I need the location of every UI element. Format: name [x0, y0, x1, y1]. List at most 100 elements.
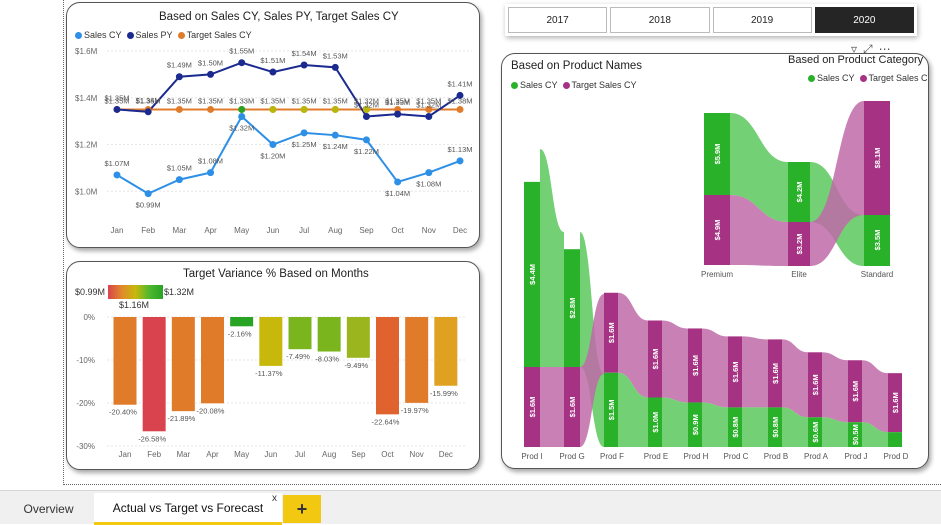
bar-value-label: -21.89% — [167, 414, 195, 423]
focus-mode-icon[interactable]: ⤢ — [863, 42, 873, 57]
tab-actual-vs-target[interactable]: Actual vs Target vs Forecast — [94, 493, 282, 525]
x-tick-label: Jul — [299, 226, 309, 235]
data-point — [269, 141, 277, 149]
y-tick-label: $1.2M — [75, 141, 98, 150]
bar — [405, 317, 429, 403]
x-tick-label: Feb — [147, 450, 161, 459]
sankey-value-label: $1.6M — [528, 397, 537, 418]
x-tick-label: Jan — [111, 226, 124, 235]
data-point — [207, 105, 215, 113]
add-page-button[interactable]: + — [283, 495, 321, 523]
data-label: $0.99M — [136, 201, 161, 210]
x-tick-label: Oct — [381, 450, 394, 459]
bar-value-label: -20.40% — [109, 408, 137, 417]
sankey-category-label: Elite — [791, 270, 807, 279]
filter-icon[interactable]: ▿ — [851, 42, 857, 57]
x-tick-label: Jun — [266, 226, 279, 235]
sankey-value-label: $0.5M — [851, 424, 860, 445]
sankey-node-label: Prod A — [804, 452, 829, 461]
variance-bar-plot[interactable]: 0% -10% -20% -30% -20.40% Jan -26.58% Feb -21.89… — [67, 262, 480, 470]
sankey-card: Based on Product Names Based on Product … — [501, 53, 929, 469]
data-point — [207, 169, 215, 177]
sankey-value-label: $8.1M — [873, 148, 882, 169]
sankey-node-label: Prod C — [724, 452, 749, 461]
sankey-value-label: $4.4M — [528, 264, 537, 285]
data-label: $1.51M — [260, 56, 285, 65]
data-point — [144, 108, 152, 116]
data-point — [331, 131, 339, 139]
data-point — [300, 61, 308, 69]
bar-value-label: -22.64% — [372, 417, 400, 426]
data-point — [300, 129, 308, 137]
sankey-flow-target — [540, 367, 564, 447]
bar-value-label: -19.97% — [401, 406, 429, 415]
sankey-category-label: Standard — [861, 270, 893, 279]
sankey-value-label: $1.5M — [607, 399, 616, 420]
y-tick-label: $1.0M — [75, 187, 98, 196]
data-point — [456, 105, 464, 113]
sankey-value-label: $1.6M — [607, 322, 616, 343]
sankey-value-label: $1.6M — [651, 349, 660, 370]
year-2017-button[interactable]: 2017 — [508, 7, 608, 33]
bar-value-label: -9.49% — [344, 361, 368, 370]
bar — [201, 317, 224, 404]
sankey-flow-sales-cy — [662, 397, 688, 447]
line-chart-plot[interactable]: $1.0M $1.2M $1.4M $1.6M Jan Feb Mar Apr May Jun Ju… — [67, 3, 480, 248]
data-label: $1.50M — [198, 58, 223, 67]
year-2019-button[interactable]: 2019 — [712, 7, 812, 33]
bar-value-label: -20.08% — [197, 406, 225, 415]
sankey-node-label: Prod G — [559, 452, 584, 461]
more-options-icon[interactable]: ⋯ — [879, 42, 891, 57]
bar — [230, 317, 254, 327]
data-point — [394, 178, 402, 186]
data-point — [175, 105, 183, 113]
y-tick-label: -30% — [76, 442, 95, 451]
data-point — [113, 105, 121, 113]
target-point-colored — [300, 105, 308, 113]
tab-overview[interactable]: Overview — [5, 493, 92, 525]
data-label: $1.20M — [260, 152, 285, 161]
data-label: $1.04M — [385, 189, 410, 198]
sankey-value-label: $1.6M — [691, 355, 700, 376]
data-label: $1.53M — [323, 51, 348, 60]
sankey-value-label: $1.6M — [811, 374, 820, 395]
sankey-value-label: $5.9M — [713, 144, 722, 165]
y-tick-label: -20% — [76, 399, 95, 408]
variance-chart-card: Target Variance % Based on Months $0.99M… — [66, 261, 480, 470]
x-tick-label: Mar — [176, 450, 190, 459]
line-chart-card: Based on Sales CY, Sales PY, Target Sale… — [66, 2, 480, 248]
data-label: $1.08M — [198, 157, 223, 166]
x-tick-label: Nov — [410, 450, 424, 459]
x-tick-label: Dec — [439, 450, 453, 459]
bar — [288, 317, 312, 350]
x-tick-label: Jun — [264, 450, 277, 459]
data-label: $1.32M — [229, 123, 254, 132]
data-point — [144, 190, 152, 198]
year-2020-button[interactable]: 2020 — [814, 7, 914, 33]
x-tick-label: Oct — [391, 226, 404, 235]
sankey-node-label: Prod E — [644, 452, 668, 461]
data-label: $1.05M — [167, 164, 192, 173]
sankey-value-label: $1.6M — [771, 363, 780, 384]
bar — [317, 317, 341, 352]
data-point — [425, 169, 433, 177]
year-2018-button[interactable]: 2018 — [610, 7, 710, 33]
sankey-plot[interactable]: $4.4M $1.6M Prod I $2.8M $1.6M Prod G $1.6M $1.… — [502, 54, 929, 469]
bar — [434, 317, 458, 386]
data-label: $1.08M — [416, 180, 441, 189]
bar — [113, 317, 137, 405]
x-tick-label: Feb — [141, 226, 155, 235]
visual-header-icons: ▿ ⤢ ⋯ — [851, 42, 891, 57]
data-label: $1.32M — [354, 96, 379, 105]
data-label: $1.38M — [447, 96, 472, 105]
data-label: $1.13M — [447, 145, 472, 154]
data-point — [362, 112, 370, 120]
bar — [346, 317, 370, 358]
data-point — [394, 110, 402, 118]
data-label: $1.35M — [167, 96, 192, 105]
y-tick-label: $1.6M — [75, 47, 98, 56]
close-tab-icon[interactable]: x — [272, 493, 277, 504]
data-point — [238, 59, 246, 67]
x-tick-label: May — [234, 450, 249, 459]
bar — [142, 317, 166, 432]
